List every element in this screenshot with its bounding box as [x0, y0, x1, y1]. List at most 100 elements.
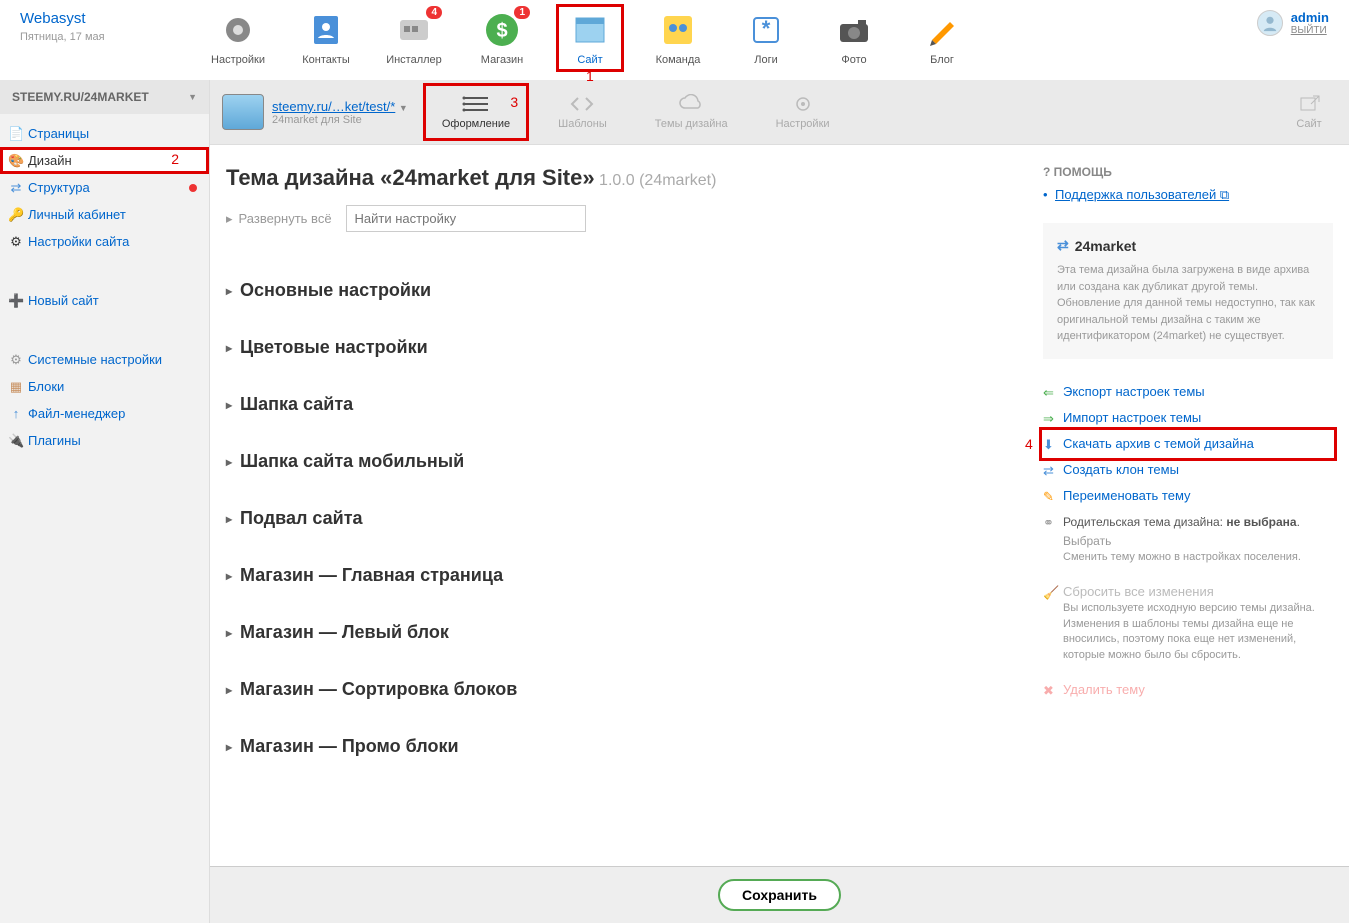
action-delete[interactable]: ✖Удалить тему [1043, 677, 1333, 703]
action-reset: 🧹 Сбросить все изменения Вы используете … [1043, 579, 1333, 667]
action-download[interactable]: 4⬇Скачать архив с темой дизайна [1043, 431, 1333, 457]
app-blog[interactable]: Блог [914, 10, 970, 66]
gear-icon: ⚙ [8, 352, 24, 368]
sidebar-item-sys-settings[interactable]: ⚙Системные настройки [0, 346, 209, 373]
app-logs[interactable]: * Логи [738, 10, 794, 66]
section-toggle[interactable]: Магазин — Промо блоки [226, 718, 1023, 775]
app-settings[interactable]: Настройки [210, 10, 266, 66]
alert-badge-icon [189, 184, 197, 192]
theme-actions: ⇐Экспорт настроек темы ⇒Импорт настроек … [1043, 379, 1333, 704]
brand-date: Пятница, 17 мая [20, 31, 190, 43]
key-icon: 🔑 [8, 207, 24, 223]
plugin-icon: 🔌 [8, 433, 24, 449]
pencil-icon [922, 10, 962, 50]
avatar-icon[interactable] [1257, 10, 1283, 36]
link-icon: ⚭ [1043, 514, 1054, 532]
code-icon [568, 94, 596, 114]
app-switcher: Настройки Контакты 4 Инсталлер 1 $ Магаз… [210, 10, 970, 66]
support-link[interactable]: Поддержка пользователей ⧉ [1043, 187, 1333, 203]
action-export[interactable]: ⇐Экспорт настроек темы [1043, 379, 1333, 405]
help-header: ПОМОЩЬ [1043, 165, 1333, 179]
page-title: Тема дизайна «24market для Site» 1.0.0 (… [226, 165, 1023, 191]
trash-icon: ✖ [1043, 682, 1054, 700]
logs-icon: * [746, 10, 786, 50]
chevron-down-icon: ▼ [188, 92, 197, 102]
brand-block: Webasyst Пятница, 17 мая [20, 10, 190, 43]
sidebar-item-plugins[interactable]: 🔌Плагины [0, 427, 209, 454]
gear-icon: ⚙ [8, 234, 24, 250]
arrow-right-icon: ⇒ [1043, 410, 1054, 428]
badge-icon: 1 [514, 6, 530, 19]
app-site[interactable]: Сайт 1 [562, 10, 618, 66]
svg-text:*: * [762, 16, 771, 41]
structure-icon: ⇄ [8, 180, 24, 196]
sidebar-item-blocks[interactable]: ▦Блоки [0, 373, 209, 400]
upload-icon: ↑ [8, 406, 24, 421]
tab-design[interactable]: Оформление 3 [428, 88, 524, 136]
sidebar-title[interactable]: STEEMY.RU/24MARKET ▼ [0, 80, 209, 114]
camera-icon [834, 10, 874, 50]
tab-templates[interactable]: Шаблоны [544, 88, 621, 136]
site-thumb-icon [222, 94, 264, 130]
download-icon: ⬇ [1043, 436, 1054, 454]
tab-themes[interactable]: Темы дизайна [641, 88, 742, 136]
content-toolbar: steemy.ru/…ket/test/* ▼ 24market для Sit… [210, 80, 1349, 145]
sidebar-item-file-manager[interactable]: ↑Файл-менеджер [0, 400, 209, 427]
choose-parent-link[interactable]: Выбрать [1063, 534, 1111, 548]
palette-icon: 🎨 [8, 153, 24, 169]
save-bar: Сохранить [210, 866, 1349, 923]
open-site-link[interactable]: Сайт [1281, 88, 1337, 136]
logout-link[interactable]: ВЫЙТИ [1291, 25, 1329, 36]
cloud-icon [677, 94, 705, 114]
section-toggle[interactable]: Магазин — Левый блок [226, 604, 1023, 661]
user-block: admin ВЫЙТИ [1257, 10, 1329, 36]
sidebar: STEEMY.RU/24MARKET ▼ 📄Страницы 🎨Дизайн2 … [0, 80, 210, 923]
action-rename[interactable]: ✎Переименовать тему [1043, 483, 1333, 509]
section-toggle[interactable]: Цветовые настройки [226, 319, 1023, 376]
section-toggle[interactable]: Шапка сайта [226, 376, 1023, 433]
action-clone[interactable]: ⇄Создать клон темы [1043, 457, 1333, 483]
app-shop[interactable]: 1 $ Магазин [474, 10, 530, 66]
sidebar-item-pages[interactable]: 📄Страницы [0, 120, 209, 147]
sidebar-item-new-site[interactable]: ➕Новый сайт [0, 287, 209, 314]
share-icon: ⇄ [1057, 237, 1069, 254]
app-team[interactable]: Команда [650, 10, 706, 66]
team-icon [658, 10, 698, 50]
annotation-2: 2 [171, 151, 179, 167]
svg-text:$: $ [496, 20, 507, 42]
username-link[interactable]: admin [1291, 10, 1329, 25]
sidebar-item-site-settings[interactable]: ⚙Настройки сайта [0, 228, 209, 255]
action-import[interactable]: ⇒Импорт настроек темы [1043, 405, 1333, 431]
theme-info-box: ⇄ 24market Эта тема дизайна была загруже… [1043, 223, 1333, 359]
expand-all-button[interactable]: ▸ Развернуть всё [226, 211, 332, 227]
badge-icon: 4 [426, 6, 442, 19]
app-contacts[interactable]: Контакты [298, 10, 354, 66]
list-icon [462, 94, 490, 114]
section-toggle[interactable]: Основные настройки [226, 262, 1023, 319]
sidebar-item-design[interactable]: 🎨Дизайн2 [0, 147, 209, 174]
site-icon [570, 10, 610, 50]
section-toggle[interactable]: Подвал сайта [226, 490, 1023, 547]
broom-icon: 🧹 [1043, 584, 1059, 602]
save-button[interactable]: Сохранить [718, 879, 841, 911]
search-input[interactable] [346, 205, 586, 232]
contacts-icon [306, 10, 346, 50]
section-toggle[interactable]: Магазин — Главная страница [226, 547, 1023, 604]
brand-name[interactable]: Webasyst [20, 10, 190, 27]
plus-icon: ➕ [8, 293, 24, 309]
sidebar-item-account[interactable]: 🔑Личный кабинет [0, 201, 209, 228]
page-icon: 📄 [8, 126, 24, 142]
gear-icon [218, 10, 258, 50]
app-photo[interactable]: Фото [826, 10, 882, 66]
annotation-3: 3 [510, 94, 518, 110]
clone-icon: ⇄ [1043, 462, 1054, 480]
section-toggle[interactable]: Магазин — Сортировка блоков [226, 661, 1023, 718]
sidebar-item-structure[interactable]: ⇄Структура [0, 174, 209, 201]
breadcrumb-link[interactable]: steemy.ru/…ket/test/* [272, 99, 395, 114]
external-link-icon [1295, 94, 1323, 114]
chevron-down-icon[interactable]: ▼ [399, 103, 408, 113]
content: steemy.ru/…ket/test/* ▼ 24market для Sit… [210, 80, 1349, 923]
tab-settings[interactable]: Настройки [762, 88, 844, 136]
section-toggle[interactable]: Шапка сайта мобильный [226, 433, 1023, 490]
app-installer[interactable]: 4 Инсталлер [386, 10, 442, 66]
